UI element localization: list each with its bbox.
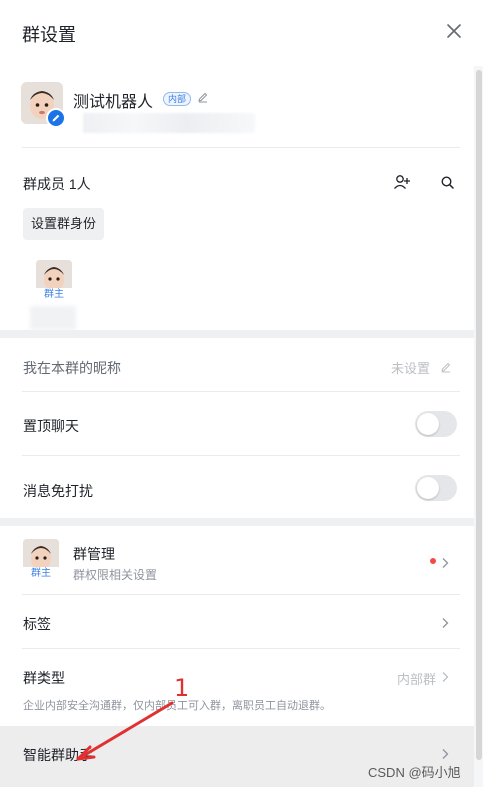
group-management-subtitle: 群权限相关设置	[73, 568, 158, 582]
watermark: CSDN @码小旭	[368, 765, 461, 780]
pencil-icon[interactable]	[440, 360, 452, 373]
close-icon[interactable]	[444, 21, 464, 41]
nickname-label[interactable]: 我在本群的昵称	[23, 358, 121, 378]
nickname-value[interactable]: 未设置	[391, 358, 430, 377]
notification-dot	[430, 558, 436, 564]
chevron-right-icon[interactable]	[441, 747, 449, 759]
divider	[22, 594, 460, 595]
pencil-icon[interactable]	[197, 90, 209, 103]
toggle-knob	[417, 477, 439, 499]
avatar-edit-icon[interactable]	[46, 108, 66, 128]
group-type-label[interactable]: 群类型	[23, 668, 65, 688]
panel-title: 群设置	[22, 25, 76, 45]
internal-badge: 内部	[163, 92, 192, 106]
group-management-title[interactable]: 群管理	[73, 544, 115, 564]
blurred-member-name	[30, 306, 76, 330]
mute-toggle[interactable]	[415, 475, 457, 501]
group-name: 测试机器人	[73, 94, 154, 111]
divider	[22, 455, 460, 456]
chevron-right-icon[interactable]	[441, 670, 449, 682]
divider	[22, 648, 460, 649]
owner-tag: 群主	[23, 567, 59, 581]
annotation-arrow-icon	[76, 701, 174, 761]
scrollbar-thumb[interactable]	[476, 70, 482, 760]
group-settings-panel: 群设置 测试机器人 内部 群成员 1人 设置群身份 群主 我在本群的昵称 未设置…	[0, 0, 483, 787]
pin-chat-label: 置顶聊天	[23, 418, 79, 434]
tags-label[interactable]: 标签	[23, 614, 51, 634]
divider	[22, 147, 460, 148]
chevron-right-icon[interactable]	[441, 616, 449, 628]
add-user-icon[interactable]	[393, 173, 411, 191]
blurred-description	[83, 113, 255, 133]
owner-tag: 群主	[36, 288, 72, 302]
pin-chat-toggle[interactable]	[415, 411, 457, 437]
panel-header: 群设置	[0, 0, 483, 66]
divider	[22, 391, 460, 392]
chevron-right-icon[interactable]	[441, 556, 449, 568]
section-gap	[0, 330, 474, 338]
group-type-value[interactable]: 内部群	[397, 669, 436, 688]
mute-label: 消息免打扰	[23, 483, 93, 499]
section-gap	[0, 518, 474, 526]
toggle-knob	[417, 413, 439, 435]
set-role-button[interactable]: 设置群身份	[23, 208, 104, 240]
members-count-label: 群成员 1人	[23, 176, 91, 192]
search-icon[interactable]	[440, 175, 455, 190]
